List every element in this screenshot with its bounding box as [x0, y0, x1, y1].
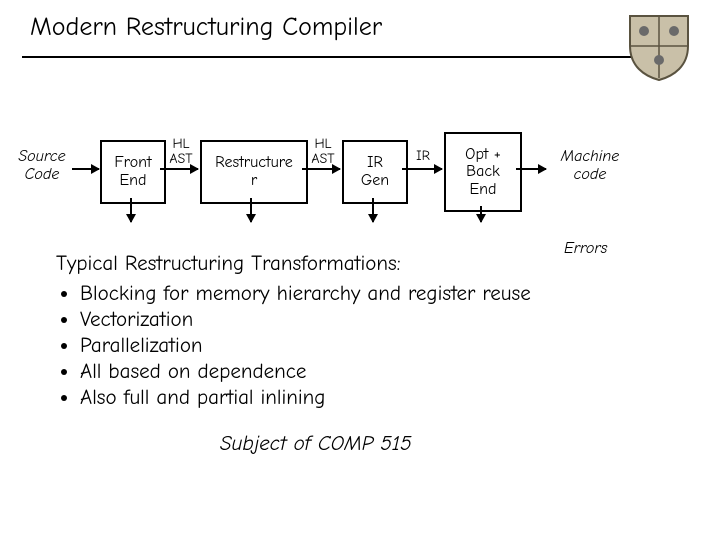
- list-item: Blocking for memory hierarchy and regist…: [80, 282, 616, 306]
- list-item: Also full and partial inlining: [80, 386, 616, 410]
- slide: Modern Restructuring Compiler Source Cod…: [0, 0, 720, 540]
- body-lead: Typical Restructuring Transformations:: [56, 252, 401, 276]
- arrow-err-4: [480, 206, 482, 222]
- arrow-out: [516, 168, 546, 170]
- errors-label: Errors: [564, 240, 607, 258]
- list-item: Vectorization: [80, 308, 616, 332]
- arrow-err-3: [372, 198, 374, 222]
- stage-front-end: Front End: [100, 140, 166, 204]
- arrow-1: [160, 168, 198, 170]
- arrow-in: [72, 168, 99, 170]
- list-item: Parallelization: [80, 334, 616, 358]
- arrow-2: [302, 168, 340, 170]
- edge-label-hlast1: HL AST: [162, 136, 200, 167]
- output-label: Machine code: [550, 148, 630, 183]
- stage-backend: Opt + Back End: [444, 132, 522, 212]
- arrow-err-1: [130, 198, 132, 222]
- stage-ir-gen: IR Gen: [342, 140, 408, 204]
- page-title: Modern Restructuring Compiler: [30, 12, 382, 42]
- input-label: Source Code: [10, 148, 74, 183]
- title-rule: [22, 56, 646, 58]
- edge-label-hlast2: HL AST: [304, 136, 342, 167]
- bullet-list: Blocking for memory hierarchy and regist…: [56, 280, 616, 412]
- footer-note: Subject of COMP 515: [220, 432, 412, 456]
- arrow-err-2: [250, 198, 252, 222]
- arrow-3: [402, 168, 442, 170]
- edge-label-ir: IR: [410, 148, 436, 163]
- list-item: All based on dependence: [80, 360, 616, 384]
- stage-restructurer: Restructure r: [200, 140, 308, 204]
- crest-icon: [628, 12, 690, 82]
